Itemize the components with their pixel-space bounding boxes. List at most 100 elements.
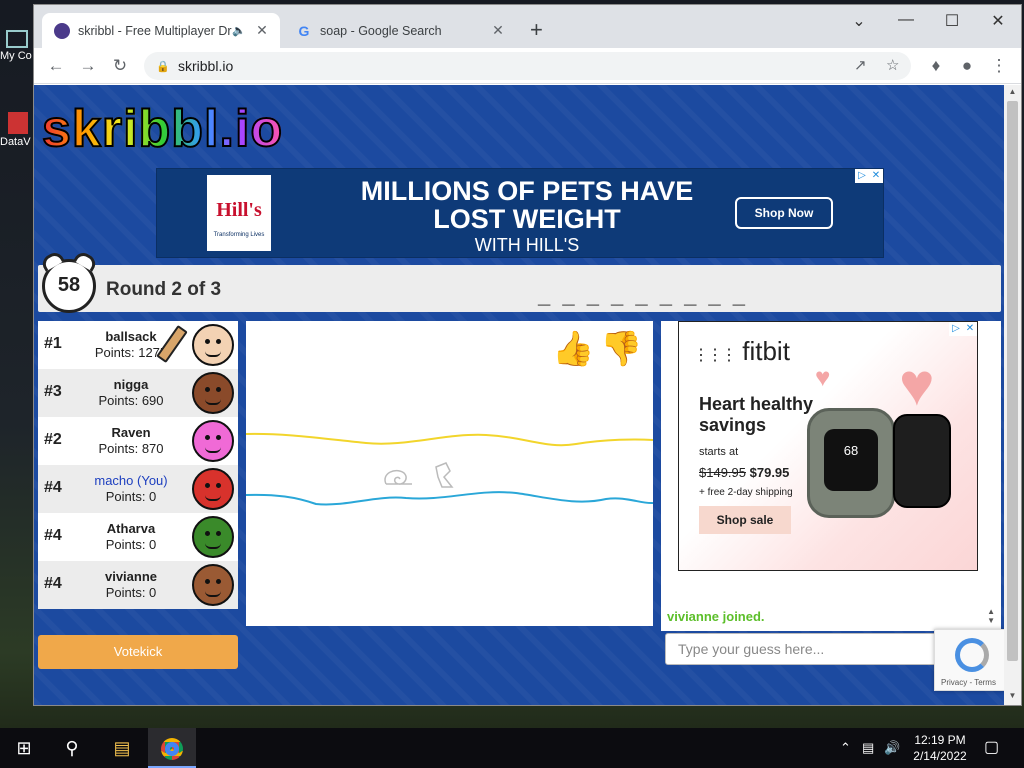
shop-now-button[interactable]: Shop Now	[735, 197, 833, 229]
player-avatar	[192, 372, 234, 414]
player-avatar	[192, 420, 234, 462]
minimize-button[interactable]: —	[896, 11, 916, 29]
tab-google-search[interactable]: G soap - Google Search ✕	[284, 13, 516, 48]
player-row[interactable]: #4 macho (You) Points: 0	[38, 465, 238, 513]
skribbl-logo: skribbl.io	[41, 99, 284, 159]
player-rank: #4	[44, 479, 62, 496]
notifications-icon[interactable]: ▢	[984, 728, 999, 768]
tray-chevron-icon[interactable]: ⌃	[840, 728, 851, 768]
datav-desktop-icon[interactable]: DataV	[0, 112, 36, 148]
browser-window: skribbl - Free Multiplayer Dra 🔈 ✕ G soa…	[33, 4, 1022, 706]
avatar-eye	[216, 531, 221, 536]
player-rank: #2	[44, 431, 62, 448]
my-computer-desktop-icon[interactable]: My Co	[0, 30, 36, 62]
player-row[interactable]: #4 Atharva Points: 0	[38, 513, 238, 561]
page-scrollbar[interactable]: ▲ ▼	[1004, 85, 1021, 705]
chrome-taskbar-icon[interactable]	[148, 728, 196, 768]
chat-message: vivianne joined.	[667, 609, 765, 624]
browser-toolbar: ← → ↻ 🔒 skribbl.io ↗ ☆ ♦ ● ⋮	[34, 48, 1021, 84]
avatar-mouth	[205, 447, 221, 453]
scrollbar-thumb[interactable]	[1007, 101, 1018, 661]
thumbs-up-icon[interactable]: 👍	[552, 331, 594, 367]
maximize-button[interactable]: ☐	[942, 11, 962, 31]
player-row[interactable]: #4 vivianne Points: 0	[38, 561, 238, 609]
hills-headline: MILLIONS OF PETS HAVE LOST WEIGHT	[360, 176, 694, 234]
player-rank: #4	[44, 527, 62, 544]
player-list: #1 ballsack Points: 1275 #3 nigga Points: 690…	[38, 321, 238, 609]
new-tab-button[interactable]: +	[530, 19, 543, 41]
player-row[interactable]: #2 Raven Points: 870	[38, 417, 238, 465]
avatar-mouth	[205, 399, 221, 405]
reload-button[interactable]: ↻	[108, 54, 132, 78]
price-line: $149.95 $79.95	[699, 465, 789, 480]
tab-skribbl[interactable]: skribbl - Free Multiplayer Dra 🔈 ✕	[42, 13, 280, 48]
ad-choices[interactable]: ▷ ✕	[949, 322, 977, 336]
blue-stroke	[246, 491, 653, 506]
adchoices-icon[interactable]: ▷	[949, 322, 963, 336]
bookmark-star-icon[interactable]: ☆	[886, 52, 899, 80]
close-tab-icon[interactable]: ✕	[254, 22, 270, 39]
votekick-button[interactable]: Votekick	[38, 635, 238, 669]
avatar-mouth	[205, 495, 221, 501]
player-name: nigga	[113, 377, 149, 392]
guess-input[interactable]: Type your guess here...	[665, 633, 940, 665]
shop-sale-button[interactable]: Shop sale	[699, 506, 791, 534]
avatar-mouth	[205, 591, 221, 597]
ad-close-icon[interactable]: ✕	[963, 322, 977, 336]
drawing-canvas[interactable]: 👍 👎	[246, 321, 653, 626]
menu-icon[interactable]: ⋮	[987, 54, 1011, 78]
close-tab-icon[interactable]: ✕	[490, 22, 506, 39]
recaptcha-badge[interactable]: Privacy - Terms	[934, 629, 1004, 691]
address-bar[interactable]: 🔒 skribbl.io ↗ ☆	[144, 52, 911, 80]
adchoices-icon[interactable]: ▷	[855, 169, 869, 183]
close-window-button[interactable]: ✕	[988, 11, 1008, 31]
google-favicon: G	[298, 22, 310, 39]
clock-time: 12:19 PM	[914, 733, 966, 747]
app-shortcut-icon	[8, 112, 28, 134]
start-button[interactable]: ⊞	[0, 728, 48, 768]
ad-close-icon[interactable]: ✕	[869, 169, 883, 183]
file-explorer-icon[interactable]: ▤	[98, 728, 146, 768]
ad-choices[interactable]: ▷ ✕	[855, 169, 883, 183]
network-icon[interactable]: ▤	[862, 728, 874, 768]
url-text[interactable]: skribbl.io	[178, 58, 233, 74]
forward-button[interactable]: →	[76, 54, 100, 78]
thumbs-down-icon[interactable]: 👎	[600, 331, 642, 367]
tab-search-chevron-icon[interactable]: ⌄	[849, 11, 869, 31]
player-row[interactable]: #3 nigga Points: 690	[38, 369, 238, 417]
avatar-eye	[205, 387, 210, 392]
chat-scroll-arrows-icon[interactable]: ▲ ▼	[987, 607, 995, 625]
fitness-tracker-image	[893, 414, 951, 508]
profile-icon[interactable]: ●	[955, 54, 979, 78]
skribbl-page: skribbl.io ▷ ✕ Hill's Transforming Lives …	[34, 85, 1004, 705]
player-name: vivianne	[104, 569, 158, 584]
back-button[interactable]: ←	[44, 54, 68, 78]
hills-tagline: Transforming Lives	[213, 232, 265, 238]
speaker-icon[interactable]: 🔈	[232, 24, 246, 37]
recaptcha-privacy-terms[interactable]: Privacy - Terms	[941, 678, 996, 687]
avatar-mouth	[205, 543, 221, 549]
skribbl-favicon	[54, 22, 70, 39]
player-avatar	[192, 324, 234, 366]
hills-brand: Hill's	[216, 199, 262, 221]
player-row[interactable]: #1 ballsack Points: 1275	[38, 321, 238, 369]
round-bar: 58 Round 2 of 3 _ _ _ _ _ _ _ _ _	[38, 259, 1001, 313]
extensions-icon[interactable]: ♦	[924, 54, 948, 78]
scroll-down-icon[interactable]: ▼	[1004, 691, 1021, 700]
clock[interactable]: 12:19 PM 2/14/2022	[900, 732, 980, 764]
logo-text: skribbl.io	[41, 99, 284, 159]
hills-logo: Hill's Transforming Lives	[207, 175, 271, 251]
scroll-up-icon[interactable]: ▲	[1004, 87, 1021, 96]
hills-banner-ad[interactable]: ▷ ✕ Hill's Transforming Lives MILLIONS OF…	[156, 168, 884, 258]
volume-icon[interactable]: 🔊	[884, 728, 900, 768]
fitbit-ad[interactable]: ▷ ✕ ⋮⋮⋮ fitbit ♥ ♥ Heart healthy savings …	[678, 321, 978, 571]
share-icon[interactable]: ↗	[854, 52, 867, 80]
chrome-icon	[161, 738, 183, 761]
player-points: Points: 0	[105, 585, 157, 600]
avatar-eye	[216, 387, 221, 392]
starts-at-text: starts at	[699, 446, 739, 458]
new-price: $79.95	[749, 465, 790, 480]
recaptcha-icon	[955, 638, 989, 672]
search-icon[interactable]: ⚲	[48, 728, 96, 768]
player-rank: #1	[44, 335, 62, 352]
